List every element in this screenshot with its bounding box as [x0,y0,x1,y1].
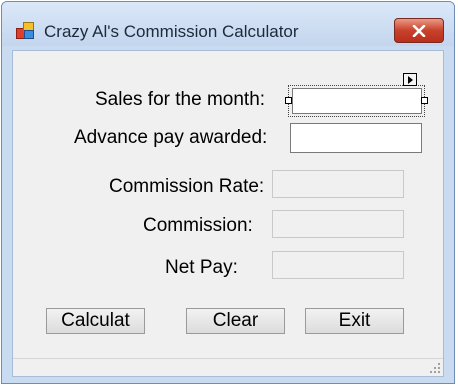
commission-label: Commission: [143,215,253,236]
window-title: Crazy Al's Commission Calculator [44,22,299,41]
resize-handle-right[interactable] [421,97,428,104]
commission-output [272,210,404,238]
netpay-label: Net Pay: [165,257,238,278]
netpay-output [272,251,404,279]
close-icon [412,24,426,37]
close-button[interactable] [394,18,444,43]
resize-handle-left[interactable] [285,97,292,104]
status-divider [13,358,443,359]
app-blocks-icon [16,22,34,39]
title-bar[interactable]: Crazy Al's Commission Calculator [2,2,454,46]
sales-label: Sales for the month: [95,89,266,110]
advance-label: Advance pay awarded: [74,127,268,148]
calculate-button[interactable]: Calculat [46,308,145,334]
sales-input[interactable] [292,88,422,114]
smart-tag-icon[interactable] [403,73,417,86]
commission-rate-label: Commission Rate: [109,176,265,197]
commission-rate-output [272,170,404,198]
form-client-area: Sales for the month: Advance pay awarded… [12,50,444,377]
advance-input[interactable] [290,123,422,153]
app-window: Crazy Al's Commission Calculator Sales f… [1,1,455,384]
clear-button[interactable]: Clear [186,308,285,334]
exit-button[interactable]: Exit [305,308,404,334]
size-grip-icon[interactable] [428,361,440,373]
